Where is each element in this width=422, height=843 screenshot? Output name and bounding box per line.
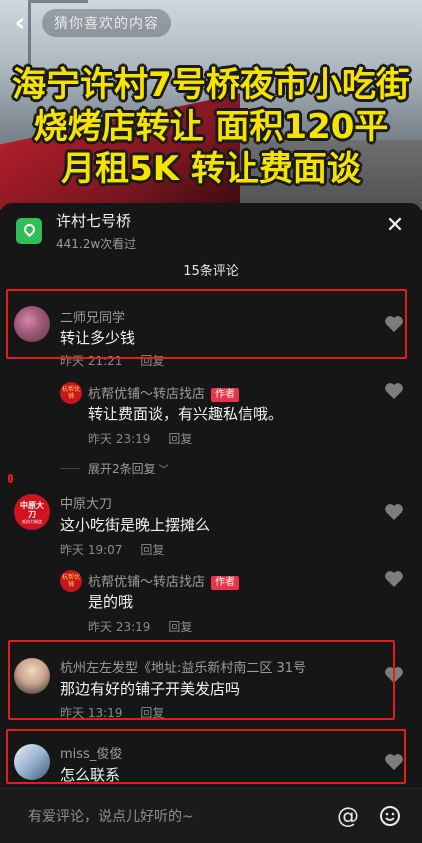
reply-author[interactable]: 杭帮优铺～转店找店 作者 [88, 383, 240, 402]
reply-item: 杭帮优铺 杭帮优铺～转店找店 作者 转让费面谈，有兴趣私信哦。 昨天 23:19 回… [0, 378, 422, 448]
reply-meta: 昨天 23:19 回复 [88, 430, 210, 447]
heart-icon[interactable] [384, 570, 404, 588]
reply-time: 昨天 23:19 [88, 620, 151, 634]
reply-text: 是的哦 [88, 593, 134, 611]
reply-meta: 昨天 23:19 回复 [88, 618, 210, 635]
comment-meta: 昨天 19:07 回复 [60, 541, 182, 558]
video-background: ‹ 猜你喜欢的内容 海宁许村7号桥夜市小吃街 烧烤店转让 面积120平 月租5K… [0, 0, 422, 210]
expand-replies-label: 展开2条回复 [88, 462, 156, 476]
comment-item: 中原大刀 抵抗力制造 中原大刀 这小吃街是晚上摆摊么 昨天 19:07 回复 [0, 482, 422, 557]
author-avatar[interactable]: 杭帮优铺 [60, 382, 82, 404]
chevron-down-icon: ﹀ [158, 465, 169, 476]
mention-icon[interactable]: @ [334, 802, 362, 830]
avatar-text: 中原大刀 [20, 500, 44, 519]
video-top-title: 猜你喜欢的内容 [42, 9, 171, 37]
video-headline: 海宁许村7号桥夜市小吃街 烧烤店转让 面积120平 月租5K 转让费面谈 [0, 64, 422, 190]
divider [60, 468, 80, 469]
reply-author-name: 杭帮优铺～转店找店 [88, 387, 206, 402]
author-tag: 作者 [211, 388, 240, 402]
author-tag: 作者 [211, 576, 240, 590]
reply-time: 昨天 23:19 [88, 432, 151, 446]
heart-icon[interactable] [384, 382, 404, 400]
location-icon [16, 218, 42, 244]
reply-author-name: 杭帮优铺～转店找店 [88, 575, 206, 590]
reply-button[interactable]: 回复 [140, 543, 164, 557]
reply-author[interactable]: 杭帮优铺～转店找店 作者 [88, 571, 240, 590]
author-avatar-text: 杭帮优铺 [61, 386, 80, 400]
comment-time: 昨天 19:07 [60, 543, 123, 557]
highlight-box [6, 729, 406, 784]
author-avatar-text: 杭帮优铺 [61, 574, 80, 588]
back-icon[interactable]: ‹ [0, 6, 40, 40]
comment-count: 15条评论 [183, 264, 239, 279]
comment-text: 这小吃街是晚上摆摊么 [60, 516, 211, 534]
highlight-box [6, 289, 407, 359]
expand-replies-button[interactable]: 展开2条回复 ﹀ [60, 460, 169, 477]
avatar-subtext: 抵抗力制造 [22, 518, 42, 524]
comment-input[interactable]: 有爱评论，说点儿好听的~ [28, 806, 320, 826]
highlight-mark [8, 474, 13, 483]
place-name: 许村七号桥 [56, 212, 132, 230]
close-icon[interactable]: ✕ [384, 215, 406, 237]
comment-input-bar: 有爱评论，说点儿好听的~ @ [0, 788, 422, 843]
place-header[interactable]: 许村七号桥 441.2w次看过 ✕ [0, 203, 422, 259]
avatar[interactable]: 中原大刀 抵抗力制造 [14, 494, 50, 530]
highlight-box [8, 640, 395, 720]
reply-text: 转让费面谈，有兴趣私信哦。 [88, 405, 284, 423]
comment-author[interactable]: 中原大刀 [60, 493, 112, 512]
reply-button[interactable]: 回复 [168, 620, 192, 634]
headline-line-3: 月租5K 转让费面谈 [61, 149, 361, 189]
emoji-icon[interactable] [376, 802, 404, 830]
headline-line-2: 烧烤店转让 面积120平 [33, 107, 389, 147]
heart-icon[interactable] [384, 503, 404, 521]
headline-line-1: 海宁许村7号桥夜市小吃街 [12, 65, 410, 105]
reply-button[interactable]: 回复 [168, 432, 192, 446]
place-views: 441.2w次看过 [56, 237, 137, 251]
video-top-bar: ‹ 猜你喜欢的内容 [0, 6, 422, 40]
reply-item: 杭帮优铺 杭帮优铺～转店找店 作者 是的哦 昨天 23:19 回复 [0, 566, 422, 636]
author-avatar[interactable]: 杭帮优铺 [60, 570, 82, 592]
